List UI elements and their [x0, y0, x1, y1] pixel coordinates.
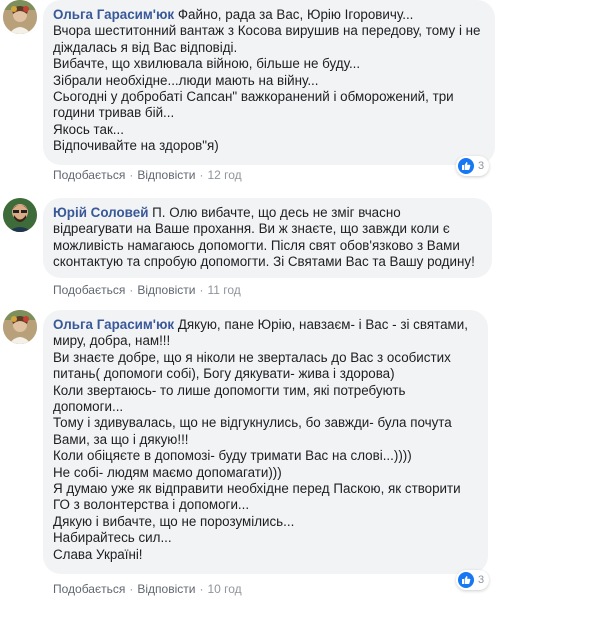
comment-author[interactable]: Ольга Гарасим'юк [53, 7, 174, 22]
like-link[interactable]: Подобається [53, 168, 125, 182]
comment-text-line: Я думаю уже як відправити необхідне пере… [53, 481, 461, 497]
comment-author[interactable]: Ольга Гарасим'юк [53, 317, 174, 332]
like-link[interactable]: Подобається [53, 582, 125, 596]
avatar[interactable] [3, 310, 37, 344]
like-link[interactable]: Подобається [53, 283, 125, 297]
avatar[interactable] [3, 0, 37, 34]
comment-text-line: П. Олю вибачте, що десь не зміг вчасно [152, 205, 401, 220]
comment-text-line: Вчора шеститонний вантаж з Косова вируши… [53, 23, 481, 39]
reply-link[interactable]: Відповісти [137, 168, 195, 182]
comment-text-line: Вибачте, що хвилювала війною, більше не … [53, 56, 361, 72]
comment-text-line: години тривав бій... [53, 105, 175, 121]
avatar[interactable] [3, 198, 37, 232]
comment-text-line: можливість намагаюсь допомогти. Після св… [53, 237, 460, 253]
comment-bubble: Ольга Гарасим'юк Файно, рада за Вас, Юрі… [43, 0, 495, 165]
comment-text-line: Не собі- людям маємо допомагати))) [53, 464, 282, 480]
comment-author[interactable]: Юрій Соловей [53, 205, 148, 220]
comment-bubble: Ольга Гарасим'юк Дякую, пане Юрію, навза… [43, 310, 488, 574]
comment-text-line: Сьогодні у добробаті Сапсан" важкоранени… [53, 89, 454, 105]
comment-text-line: миру, добра, нам!!! [53, 333, 171, 349]
comment-actions: Подобається · Відповісти · 12 год [53, 168, 242, 182]
comment-text-line: Ви знаєте добре, що я ніколи не звертала… [53, 349, 451, 365]
reaction-count-value: 3 [478, 160, 485, 172]
reaction-count-value: 3 [478, 574, 485, 586]
comment-text-line: ГО з волонтерства і допомоги... [53, 497, 250, 513]
comment-text-line: діждалась я від Вас відповіді. [53, 39, 238, 55]
comment-actions: Подобається · Відповісти · 11 год [53, 283, 241, 297]
comment-text-line: Дякую, пане Юрію, навзаєм- і Вас - зі св… [177, 317, 468, 332]
comment-text-line: Вами, за що і дякую!!! [53, 431, 189, 447]
comment-text-line: Зібрали необхідне...люди мають на війну.… [53, 72, 319, 88]
comment-text-line: допомоги... [53, 399, 124, 415]
comment-actions: Подобається · Відповісти · 10 год [53, 582, 242, 596]
comment-text-line: Коли звертаюсь- то лише допомогти тим, я… [53, 382, 406, 398]
comment-text-line: Файно, рада за Вас, Юрію Ігоровичу... [177, 7, 414, 22]
thumbs-up-icon [458, 158, 474, 174]
comment-time[interactable]: 12 год [207, 168, 241, 182]
comment-text-line: Набирайтесь сил... [53, 530, 172, 546]
reply-link[interactable]: Відповісти [137, 283, 195, 297]
comment-time[interactable]: 10 год [207, 582, 241, 596]
comment-text-line: питань( допомоги собі), Богу дякувати- ж… [53, 366, 395, 382]
comment-text-line: Слава Україні! [53, 546, 143, 562]
comment-text-line: сконтактую та спробую допомогти. Зі Свят… [53, 254, 475, 270]
thumbs-up-icon [458, 572, 474, 588]
comment-time[interactable]: 11 год [207, 283, 240, 297]
comment-text-line: відреагувати на Ваше прохання. Ви ж знає… [53, 221, 450, 237]
comment-text-line: Дякую і вибачте, що не порозумілись... [53, 513, 295, 529]
comment-text-line: Тому і здивувалась, що не відгукнулись, … [53, 415, 452, 431]
comment-text-line: Коли обіцяєте в допомозі- буду тримати В… [53, 448, 412, 464]
reaction-count[interactable]: 3 [456, 570, 490, 590]
comment-bubble: Юрій Соловей П. Олю вибачте, що десь не … [43, 198, 492, 278]
comment-text-line: Якось так... [53, 121, 124, 137]
reaction-count[interactable]: 3 [456, 156, 490, 176]
comment-text-line: Відпочивайте на здоров"я) [53, 138, 219, 154]
reply-link[interactable]: Відповісти [137, 582, 195, 596]
